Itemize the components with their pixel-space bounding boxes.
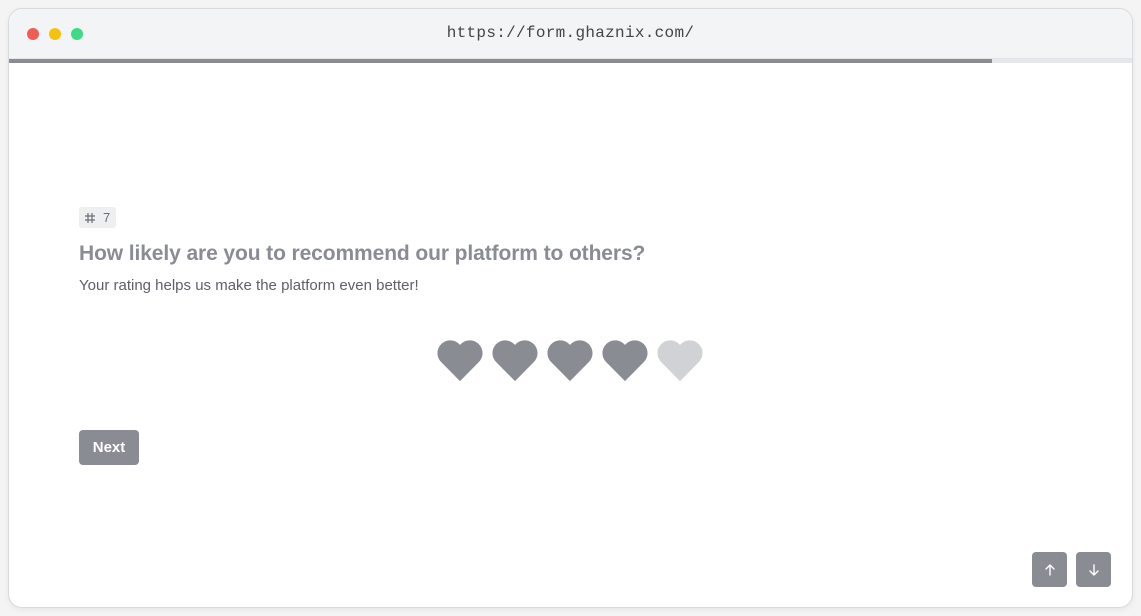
heart-icon[interactable] — [437, 339, 483, 383]
url-bar[interactable]: https://form.ghaznix.com/ — [9, 24, 1132, 42]
progress-fill — [9, 59, 992, 63]
arrow-up-icon — [1044, 563, 1055, 576]
question-number: 7 — [103, 210, 111, 225]
heart-icon[interactable] — [492, 339, 538, 383]
heart-icon[interactable] — [547, 339, 593, 383]
previous-question-button[interactable] — [1032, 552, 1067, 587]
next-button[interactable]: Next — [79, 430, 139, 465]
browser-window: https://form.ghaznix.com/ 7 How likely a… — [8, 8, 1133, 608]
arrow-down-icon — [1088, 563, 1099, 576]
progress-bar — [9, 59, 1132, 63]
question-title: How likely are you to recommend our plat… — [79, 242, 646, 265]
heart-icon[interactable] — [657, 339, 703, 383]
heart-icon[interactable] — [602, 339, 648, 383]
heart-rating[interactable] — [437, 339, 703, 383]
question-number-badge: 7 — [79, 207, 117, 228]
title-bar: https://form.ghaznix.com/ — [9, 9, 1132, 59]
hash-icon — [85, 212, 95, 223]
question-subtitle: Your rating helps us make the platform e… — [79, 277, 419, 294]
next-question-button[interactable] — [1076, 552, 1111, 587]
